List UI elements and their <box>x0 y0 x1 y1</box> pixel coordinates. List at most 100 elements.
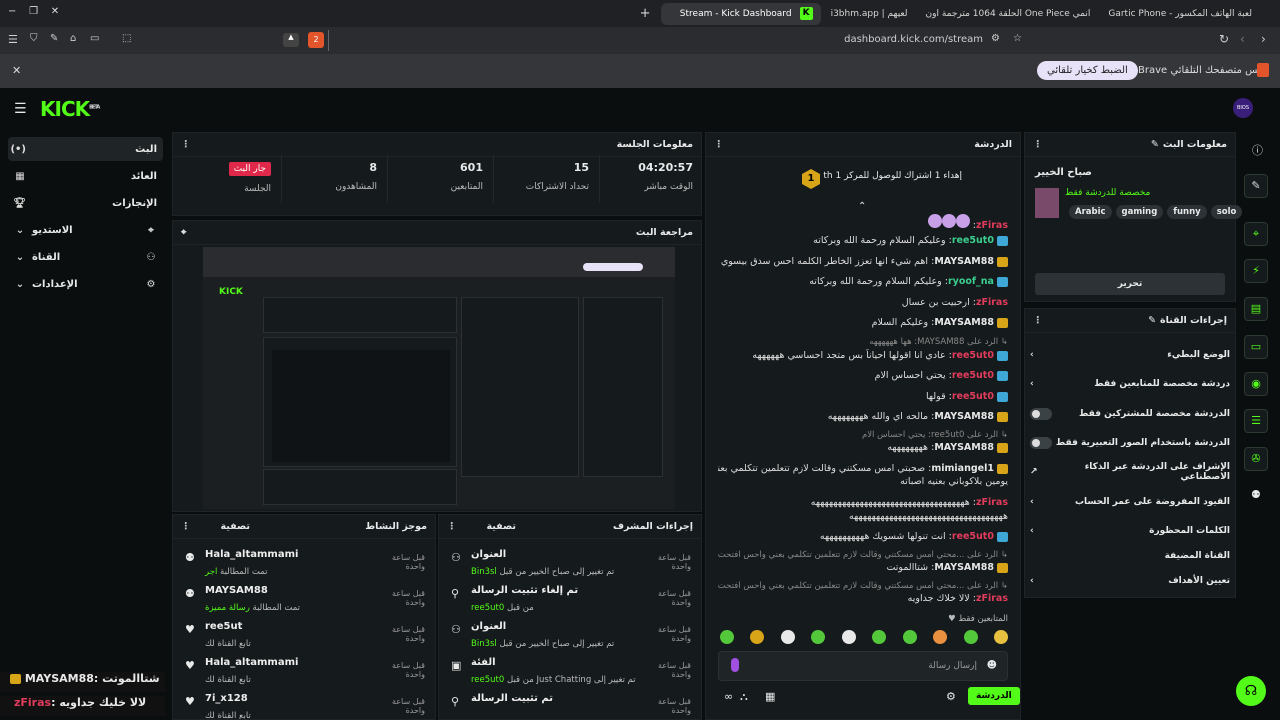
browser-tab[interactable]: لعيهم | i3bhm.app <box>823 3 916 25</box>
site-settings-icon[interactable]: ⚙ <box>991 33 1000 44</box>
bookmark-star-icon[interactable]: ☆ <box>1013 33 1022 44</box>
revenue-icon: ▦ <box>15 170 25 182</box>
chat-scrollbar[interactable] <box>1020 213 1021 633</box>
new-tab-button[interactable]: + <box>632 3 659 25</box>
support-chat-icon[interactable]: ☊ <box>1236 676 1266 706</box>
more-options-icon[interactable]: ⋮ <box>1033 315 1043 326</box>
more-options-icon[interactable]: ⋮ <box>447 521 457 532</box>
edit-stream-button[interactable]: تحرير <box>1035 273 1225 295</box>
collapse-pinned-icon[interactable]: ⌃ <box>858 201 866 212</box>
cart-icon[interactable]: ⛬ <box>740 690 748 704</box>
action-label: القيود المفروضة على عمر الحساب <box>1075 497 1230 507</box>
lightning-icon[interactable]: ⚡︎ <box>1244 259 1268 283</box>
filter-button[interactable]: تصفية <box>221 521 250 532</box>
host-channel-row[interactable]: القناة المضيفة <box>1030 545 1230 567</box>
category-thumbnail <box>1035 188 1059 218</box>
nav-item-achievements[interactable]: الإنجازات 🏆︎ <box>8 191 163 215</box>
emote-icon[interactable] <box>902 630 917 644</box>
hamburger-menu-icon[interactable]: ☰ <box>14 101 27 117</box>
emote-icon[interactable] <box>720 630 734 644</box>
stream-video[interactable]: KICK <box>203 247 675 509</box>
reload-icon[interactable]: ↻ <box>1219 32 1229 46</box>
close-infobar-icon[interactable]: ✕ <box>12 64 21 77</box>
tools-icon[interactable]: ✇ <box>1244 447 1268 471</box>
edit-icon[interactable]: ✎ <box>1244 174 1268 198</box>
browser-tab[interactable]: انمي One Piece الحلقة 1064 مترجمة اون <box>918 3 1099 25</box>
panel-title: موجز النشاط <box>365 521 427 532</box>
broadcast-rail-icon[interactable]: ◉ <box>1244 372 1268 396</box>
chat-message: MAYSAM88: مالحه اي والله ههههههههه <box>718 410 1008 423</box>
emote-icon[interactable] <box>963 630 978 644</box>
mod-action-item: قبل ساعة واحدة ⚇ العنوان تم تغيير إلى صب… <box>451 621 691 657</box>
set-default-button[interactable]: الضبط كخيار تلقائي <box>1037 61 1138 80</box>
nav-item-studio[interactable]: ⌖ الاستديو ⌄ <box>8 218 163 242</box>
nav-item-stream[interactable]: البث (•) <box>8 137 163 161</box>
microphone-icon[interactable] <box>731 658 739 672</box>
emote-icon[interactable] <box>750 630 765 644</box>
more-options-icon[interactable]: ⋮ <box>181 521 191 532</box>
stream-category[interactable]: مخصصة للدردشة فقط <box>1065 188 1150 198</box>
more-options-icon[interactable]: ⋮ <box>714 139 724 150</box>
banned-words-row[interactable]: الكلمات المحظورة › <box>1030 520 1230 542</box>
chat-input[interactable]: إرسال رسالة ☻ <box>718 651 1008 681</box>
nav-item-channel[interactable]: ⚇ القناة ⌄ <box>8 245 163 269</box>
share-icon[interactable]: ⚉ <box>1251 488 1261 501</box>
filter-button[interactable]: تصفية <box>487 521 516 532</box>
sidebar-icon[interactable]: ▭ <box>90 33 99 44</box>
back-icon[interactable]: › <box>1261 32 1266 46</box>
info-icon[interactable]: ⓘ <box>1252 142 1263 158</box>
followers-only-row[interactable]: دردشة مخصصة للمتابعين فقط › <box>1030 373 1230 395</box>
nav-item-revenue[interactable]: العائد ▦ <box>8 164 163 188</box>
nav-item-settings[interactable]: ⚙ الإعدادات ⌄ <box>8 272 163 296</box>
gift-box-icon[interactable]: ▦ <box>765 690 775 703</box>
infinity-icon[interactable]: ∞ <box>724 690 733 703</box>
emotes-only-toggle[interactable] <box>1030 437 1052 449</box>
camera-icon[interactable]: ⌖ <box>1244 222 1268 246</box>
subscribers-only-toggle[interactable] <box>1030 408 1052 420</box>
rewards-icon[interactable]: ▲ <box>283 33 299 47</box>
emote-icon[interactable] <box>811 630 826 644</box>
brave-shield-icon[interactable]: 2 <box>308 32 324 48</box>
shield-icon[interactable]: ⛉ <box>30 33 38 44</box>
document-icon[interactable]: ▤ <box>1244 297 1268 321</box>
extensions-icon[interactable]: ✎ <box>50 33 58 44</box>
chat-bubble-icon[interactable]: ▭ <box>1244 335 1268 359</box>
emote-icon[interactable] <box>841 630 856 644</box>
maximize-icon[interactable]: ❐ <box>29 6 38 17</box>
slow-mode-row[interactable]: الوضع البطيء › <box>1030 344 1230 366</box>
chat-user: zFiras <box>975 297 1008 308</box>
emote-icon[interactable] <box>872 630 887 644</box>
emote-icon[interactable] <box>993 630 1008 644</box>
close-window-icon[interactable]: ✕ <box>51 6 59 17</box>
emoji-icon[interactable]: ☻ <box>987 660 997 671</box>
edit-pencil-icon[interactable]: ✎ <box>1151 139 1159 150</box>
account-age-row[interactable]: القيود المفروضة على عمر الحساب › <box>1030 491 1230 513</box>
kick-logo[interactable]: KICKBETA <box>40 97 100 121</box>
more-options-icon[interactable]: ⋮ <box>1033 139 1043 150</box>
emote-icon[interactable] <box>780 630 795 644</box>
browser-tab-active[interactable]: K Stream - Kick Dashboard <box>660 2 821 25</box>
send-chat-button[interactable]: الدردشة <box>968 687 1020 705</box>
minimize-icon[interactable]: − <box>8 6 16 17</box>
more-options-icon[interactable]: ⋮ <box>181 139 191 150</box>
bookmark-icon[interactable]: ⌂ <box>70 33 76 44</box>
panel-header: الدردشة ⋮ <box>706 133 1020 157</box>
action-label: الوضع البطيء <box>1167 350 1230 360</box>
set-goals-row[interactable]: تعيين الأهداف › <box>1030 570 1230 592</box>
stat-label: المتابعين <box>450 182 483 192</box>
chevron-right-icon: › <box>1030 350 1034 360</box>
browser-tab[interactable]: لعبة الهاتف المكسور - Gartic Phone <box>1100 3 1260 25</box>
url-field[interactable]: dashboard.kick.com/stream ⚙ ☆ <box>328 30 1028 51</box>
trophy-icon: 🏆︎ <box>13 197 26 209</box>
screenshot-icon[interactable]: ⬚ <box>122 33 131 44</box>
goal-text: إهداء 1 اشتراك للوصول للمركز 1 th <box>823 171 962 181</box>
reply-text: الرد على ree5ut0: يحتي احساس الام <box>861 430 999 440</box>
emote-icon[interactable] <box>933 630 948 644</box>
user-avatar[interactable]: BIOS <box>1233 98 1253 118</box>
ai-moderation-row[interactable]: الإشراف على الدردشة عبر الذكاء الاصطناعي… <box>1030 461 1230 483</box>
edit-pencil-icon[interactable]: ✎ <box>1148 315 1156 326</box>
menu-icon[interactable]: ☰ <box>8 33 18 46</box>
chat-settings-icon[interactable]: ⚙ <box>946 690 956 703</box>
forward-icon[interactable]: ‹ <box>1240 32 1245 46</box>
list-icon[interactable]: ☰ <box>1244 409 1268 433</box>
